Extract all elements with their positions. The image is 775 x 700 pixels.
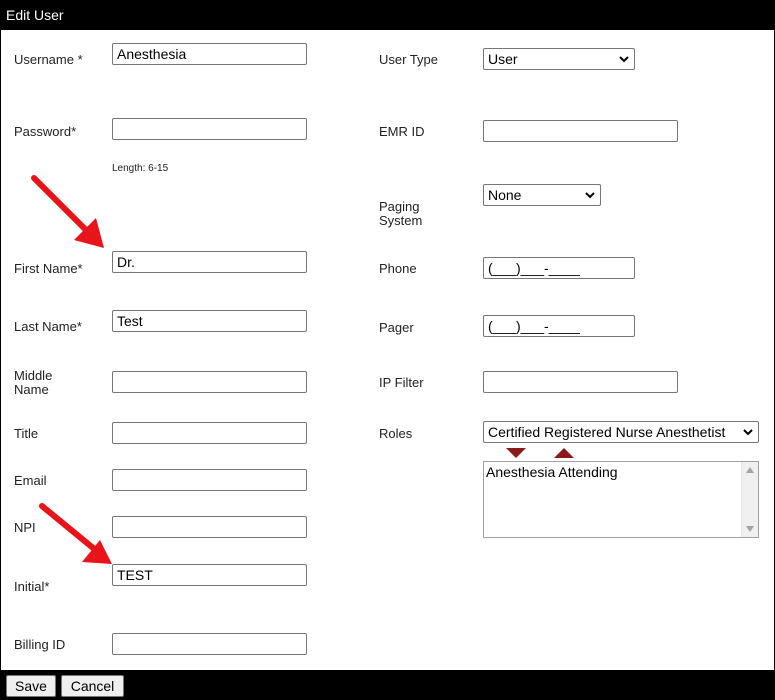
emr-id-label: EMR ID xyxy=(379,124,425,139)
chevron-down-icon xyxy=(585,192,595,199)
email-label: Email xyxy=(14,473,47,488)
move-down-icon[interactable] xyxy=(505,447,527,459)
last-name-label: Last Name* xyxy=(14,319,82,334)
initial-label: Initial* xyxy=(14,579,50,594)
user-type-value: User xyxy=(488,51,518,67)
ip-filter-input[interactable] xyxy=(483,371,678,393)
email-input[interactable] xyxy=(112,469,307,491)
last-name-input[interactable] xyxy=(112,310,307,332)
save-button[interactable]: Save xyxy=(6,675,56,697)
billing-id-label: Billing ID xyxy=(14,637,66,652)
cancel-button[interactable]: Cancel xyxy=(61,675,124,697)
user-type-label: User Type xyxy=(379,52,439,67)
npi-label: NPI xyxy=(14,520,36,535)
chevron-down-icon xyxy=(619,56,629,63)
initial-input[interactable] xyxy=(112,564,307,586)
password-label: Password* xyxy=(14,124,77,139)
roles-value: Certified Registered Nurse Anesthetist xyxy=(488,424,726,440)
password-hint: Length: 6-15 xyxy=(112,163,169,174)
scroll-up-icon[interactable] xyxy=(746,467,754,473)
phone-label: Phone xyxy=(379,261,417,276)
title-label: Title xyxy=(14,426,39,441)
emr-id-input[interactable] xyxy=(483,120,678,142)
move-up-icon[interactable] xyxy=(553,447,575,459)
paging-system-value: None xyxy=(488,187,522,203)
annotation-arrow xyxy=(31,175,104,248)
paging-system-select[interactable]: None xyxy=(483,184,601,206)
paging-system-label-1: Paging xyxy=(379,199,420,214)
annotation-arrow xyxy=(39,503,112,564)
phone-input[interactable] xyxy=(483,257,635,279)
assigned-roles-listbox[interactable]: Anesthesia Attending xyxy=(483,461,759,538)
username-input[interactable] xyxy=(112,43,307,65)
middle-name-input[interactable] xyxy=(112,371,307,393)
title-bar: Edit User xyxy=(0,0,775,30)
first-name-label: First Name* xyxy=(14,261,83,276)
pager-label: Pager xyxy=(379,320,414,335)
scroll-down-icon[interactable] xyxy=(746,526,754,532)
middle-name-label-1: Middle xyxy=(14,368,53,383)
first-name-input[interactable] xyxy=(112,251,307,273)
npi-input[interactable] xyxy=(112,516,307,538)
roles-label: Roles xyxy=(379,426,413,441)
billing-id-input[interactable] xyxy=(112,633,307,655)
window-title: Edit User xyxy=(6,7,64,23)
pager-input[interactable] xyxy=(483,315,635,337)
password-input[interactable] xyxy=(112,118,307,140)
ip-filter-label: IP Filter xyxy=(379,375,424,390)
middle-name-label-2: Name xyxy=(14,382,49,397)
user-type-select[interactable]: User xyxy=(483,48,635,70)
scrollbar[interactable] xyxy=(741,462,758,537)
title-input[interactable] xyxy=(112,422,307,444)
username-label: Username * xyxy=(14,52,83,67)
paging-system-label-2: System xyxy=(379,213,423,228)
roles-select[interactable]: Certified Registered Nurse Anesthetist xyxy=(483,421,759,443)
list-item[interactable]: Anesthesia Attending xyxy=(486,464,618,480)
chevron-down-icon xyxy=(743,429,753,436)
